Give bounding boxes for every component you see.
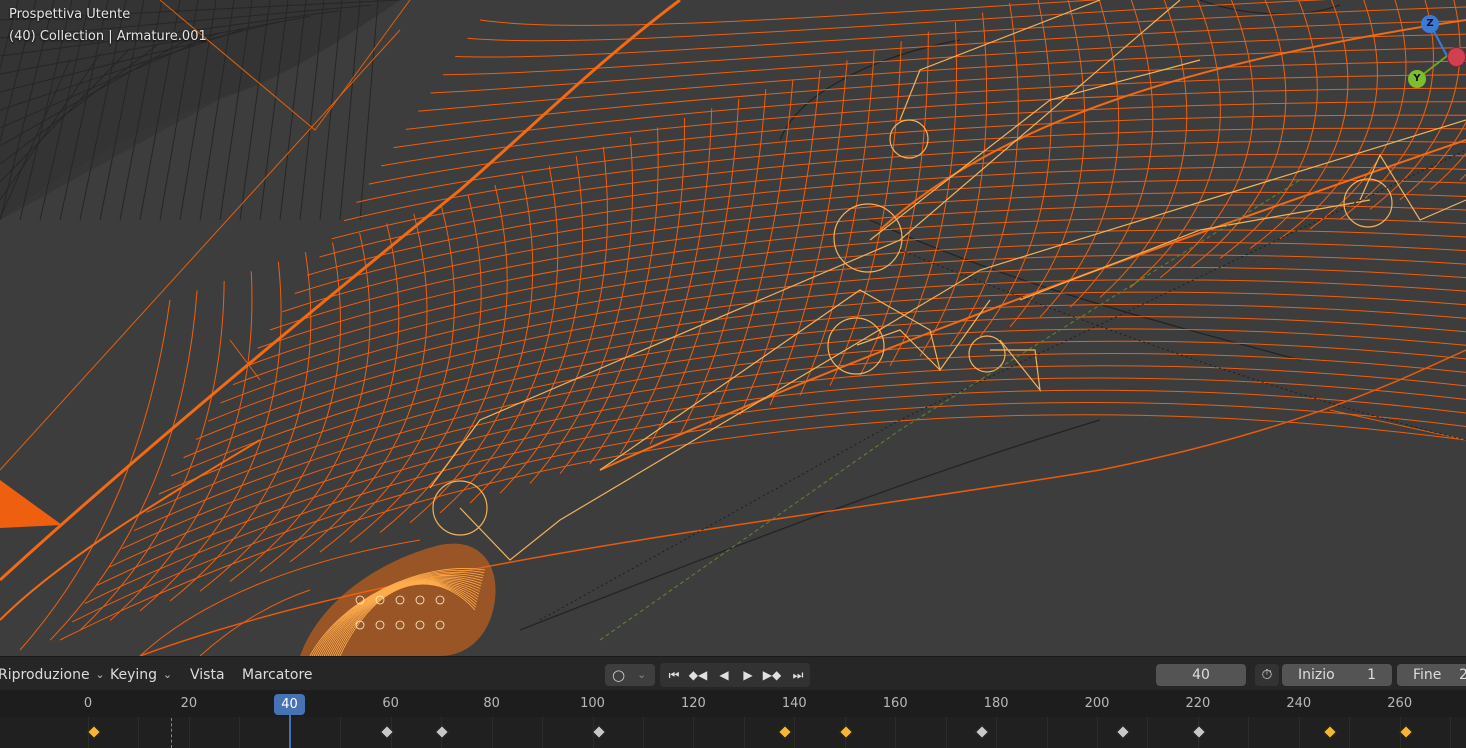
timeline-grid-line: [895, 717, 897, 748]
next-keyframe-icon[interactable]: ▶◆: [760, 665, 784, 685]
bones: [429, 0, 1466, 561]
active-object-label: (40) Collection | Armature.001: [9, 29, 207, 44]
ruler-tick-label: 60: [382, 696, 399, 711]
keying-menu-label: Keying: [110, 667, 158, 683]
playback-menu-label: Riproduzione: [0, 667, 90, 683]
view-menu[interactable]: Vista: [190, 664, 225, 686]
jump-to-end-icon[interactable]: ⏭: [786, 665, 810, 685]
timeline-grid-line: [1450, 717, 1452, 748]
auto-keying-toggle[interactable]: ○ ⌄: [605, 664, 655, 686]
frame-end-field[interactable]: Fine 2: [1397, 664, 1466, 686]
timeline-grid-line: [239, 717, 241, 748]
timeline-grid-line: [1046, 717, 1048, 748]
timeline-grid-line: [743, 717, 745, 748]
preview-start-marker: [171, 718, 172, 748]
frame-ruler[interactable]: 0 20 60 80 100 120 140 160 180 200 220 240 260: [0, 690, 1466, 717]
ruler-tick-label: 220: [1185, 696, 1211, 711]
marker-menu[interactable]: Marcatore: [242, 664, 313, 686]
ruler-tick-label: 80: [483, 696, 500, 711]
ruler-tick-label: 100: [580, 696, 605, 711]
gizmo-z-axis-icon[interactable]: Z: [1421, 15, 1439, 33]
ruler-tick-label: 160: [882, 696, 908, 711]
keying-menu[interactable]: Keying ⌄: [110, 664, 175, 686]
ruler-tick-label: 200: [1084, 696, 1110, 711]
frame-start-value: 1: [1367, 667, 1376, 683]
ruler-tick-label: 20: [180, 696, 198, 711]
chevron-down-icon: ⌄: [95, 668, 105, 681]
timeline-grid-line: [642, 717, 644, 748]
timeline-grid-line: [945, 717, 947, 748]
timeline-grid-line: [138, 717, 140, 748]
current-frame-field[interactable]: 40: [1156, 664, 1246, 686]
timeline-grid-line: [1248, 717, 1250, 748]
frame-end-value: 2: [1459, 667, 1466, 683]
chevron-down-icon: ⌄: [637, 668, 647, 681]
wireframe-scene: [0, 0, 1466, 656]
armature-tip: [0, 480, 62, 528]
timeline-grid-line: [1298, 717, 1300, 748]
use-preview-range-icon[interactable]: ⏱: [1255, 664, 1279, 686]
record-icon: ○: [612, 666, 626, 684]
play-reverse-icon[interactable]: ◀: [712, 665, 736, 685]
timeline-grid-line: [491, 717, 493, 748]
ruler-tick-label: 180: [983, 696, 1009, 711]
frame-start-field[interactable]: Inizio 1: [1282, 664, 1392, 686]
timeline-grid-line: [340, 717, 342, 748]
play-icon[interactable]: ▶: [736, 665, 760, 685]
jump-to-start-icon[interactable]: ⏮: [662, 665, 686, 685]
timeline-grid-line: [1147, 717, 1149, 748]
playback-menu[interactable]: Riproduzione ⌄: [0, 664, 108, 686]
timeline-grid-line: [996, 717, 998, 748]
frame-end-label: Fine: [1413, 667, 1442, 683]
playhead-line[interactable]: [289, 715, 291, 748]
timeline-grid-line: [542, 717, 544, 748]
ruler-tick-label: 140: [781, 696, 807, 711]
gizmo-x-axis-icon[interactable]: [1447, 47, 1466, 67]
ruler-tick-label: 240: [1286, 696, 1312, 711]
timeline-grid-line: [1349, 717, 1351, 748]
ruler-tick-label: 120: [680, 696, 706, 711]
ruler-tick-label: 0: [83, 696, 93, 711]
timeline-grid-line: [188, 717, 190, 748]
previous-keyframe-icon[interactable]: ◆◀: [686, 665, 710, 685]
gizmo-y-axis-icon[interactable]: Y: [1408, 70, 1426, 88]
chevron-down-icon: ⌄: [162, 668, 173, 681]
frame-start-label: Inizio: [1298, 667, 1335, 683]
playhead-frame-label[interactable]: 40: [274, 694, 305, 715]
3d-viewport[interactable]: Prospettiva Utente (40) Collection | Arm…: [0, 0, 1466, 656]
blender-window: Prospettiva Utente (40) Collection | Arm…: [0, 0, 1466, 748]
keyframe-summary-track[interactable]: [0, 717, 1466, 748]
timeline-grid-line: [1097, 717, 1098, 748]
timeline-grid-line: [794, 717, 796, 748]
viewport-title: Prospettiva Utente: [9, 7, 131, 22]
timeline-grid-line: [693, 717, 695, 748]
ruler-tick-label: 260: [1387, 696, 1413, 711]
